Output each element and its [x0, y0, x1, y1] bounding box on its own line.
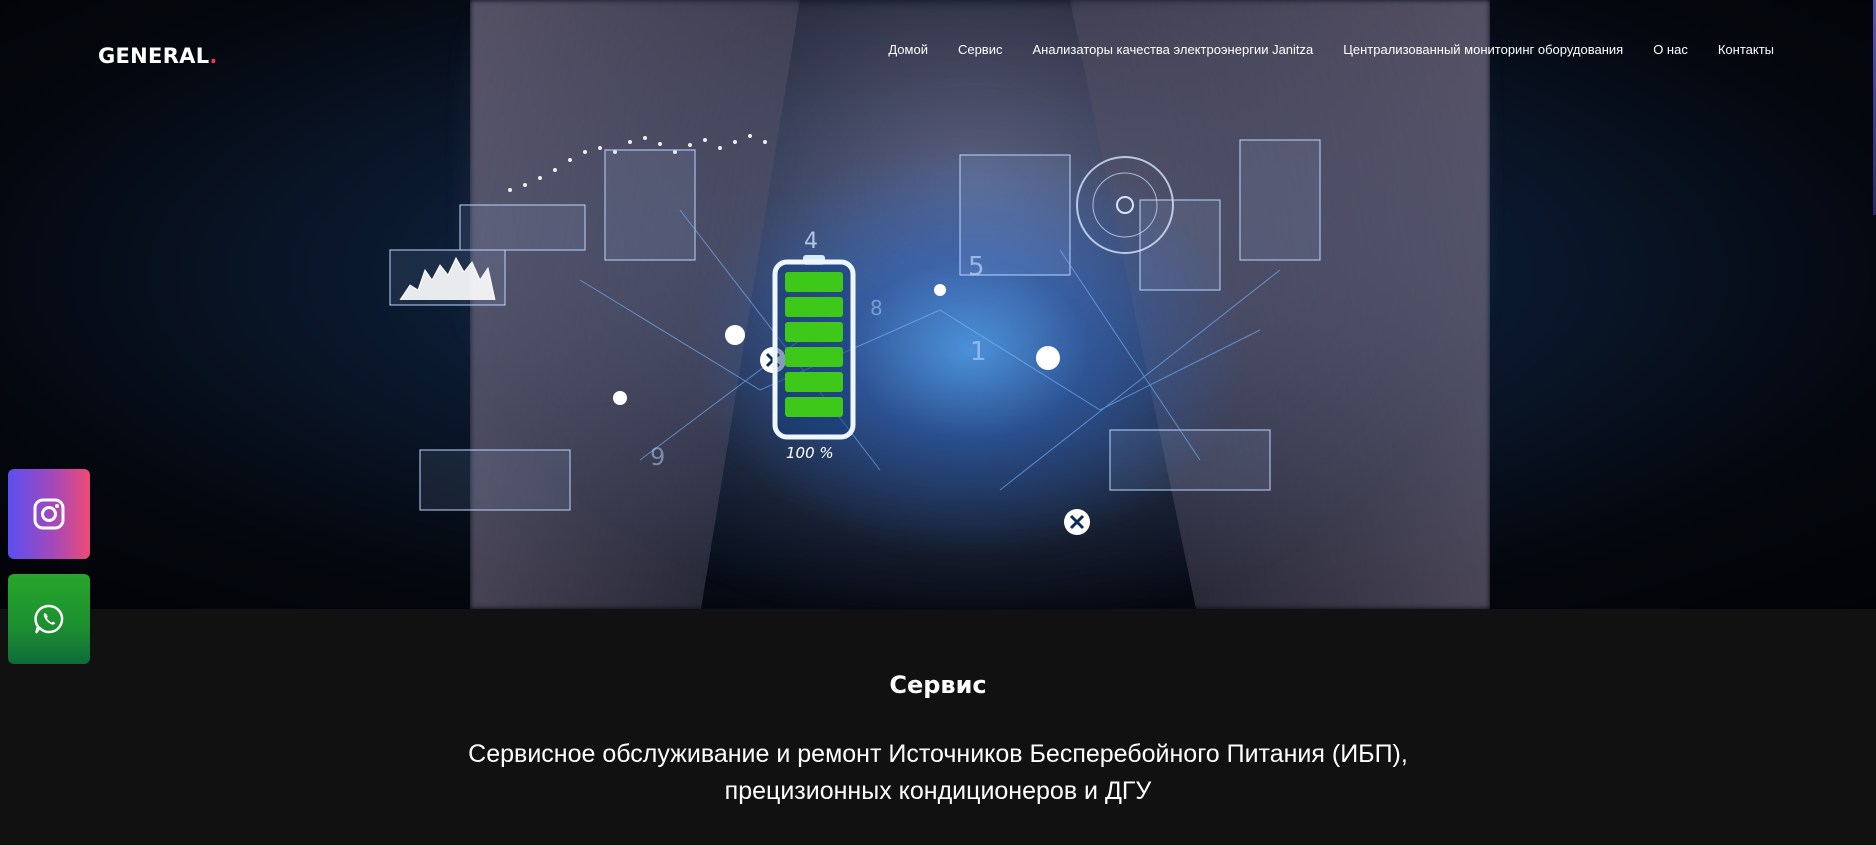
- section-description: Сервисное обслуживание и ремонт Источник…: [338, 736, 1538, 810]
- service-section: Сервис Сервисное обслуживание и ремонт И…: [0, 609, 1876, 845]
- battery-percent-label: 100 %: [786, 444, 834, 462]
- hero-hud-graphic: 4 100 % 5 1 9 8: [389, 134, 1321, 535]
- logo-dot: .: [209, 44, 218, 68]
- nav-item-monitoring[interactable]: Централизованный мониторинг оборудования: [1343, 42, 1623, 57]
- site-logo[interactable]: GENERAL.: [98, 44, 218, 68]
- section-description-line-2: прецизионных кондиционеров и ДГУ: [724, 777, 1152, 805]
- main-nav: Домой Сервис Анализаторы качества электр…: [888, 42, 1774, 57]
- section-description-line-1: Сервисное обслуживание и ремонт Источник…: [468, 740, 1408, 768]
- nav-item-service[interactable]: Сервис: [958, 42, 1003, 57]
- battery-graphic: [772, 255, 856, 440]
- nav-item-contacts[interactable]: Контакты: [1718, 42, 1774, 57]
- whatsapp-button[interactable]: [8, 574, 90, 664]
- nav-item-about[interactable]: О нас: [1653, 42, 1688, 57]
- hud-digit-8: 8: [870, 296, 883, 320]
- hud-digit-9: 9: [650, 443, 665, 471]
- nav-item-home[interactable]: Домой: [888, 42, 928, 57]
- hud-digit-5: 5: [968, 252, 985, 282]
- hud-digit-1: 1: [970, 337, 987, 367]
- whatsapp-icon: [34, 604, 64, 634]
- page: 4 100 % 5 1 9 8 GENERAL. Домой Сервис Ан…: [0, 0, 1876, 845]
- battery-top-digit: 4: [804, 229, 818, 254]
- instagram-icon: [33, 498, 65, 530]
- hero-banner: 4 100 % 5 1 9 8: [0, 0, 1876, 609]
- logo-text: GENERAL: [98, 44, 210, 68]
- instagram-button[interactable]: [8, 469, 90, 559]
- nav-item-janitza-analyzers[interactable]: Анализаторы качества электроэнергии Jani…: [1032, 42, 1313, 57]
- section-title: Сервис: [889, 671, 987, 699]
